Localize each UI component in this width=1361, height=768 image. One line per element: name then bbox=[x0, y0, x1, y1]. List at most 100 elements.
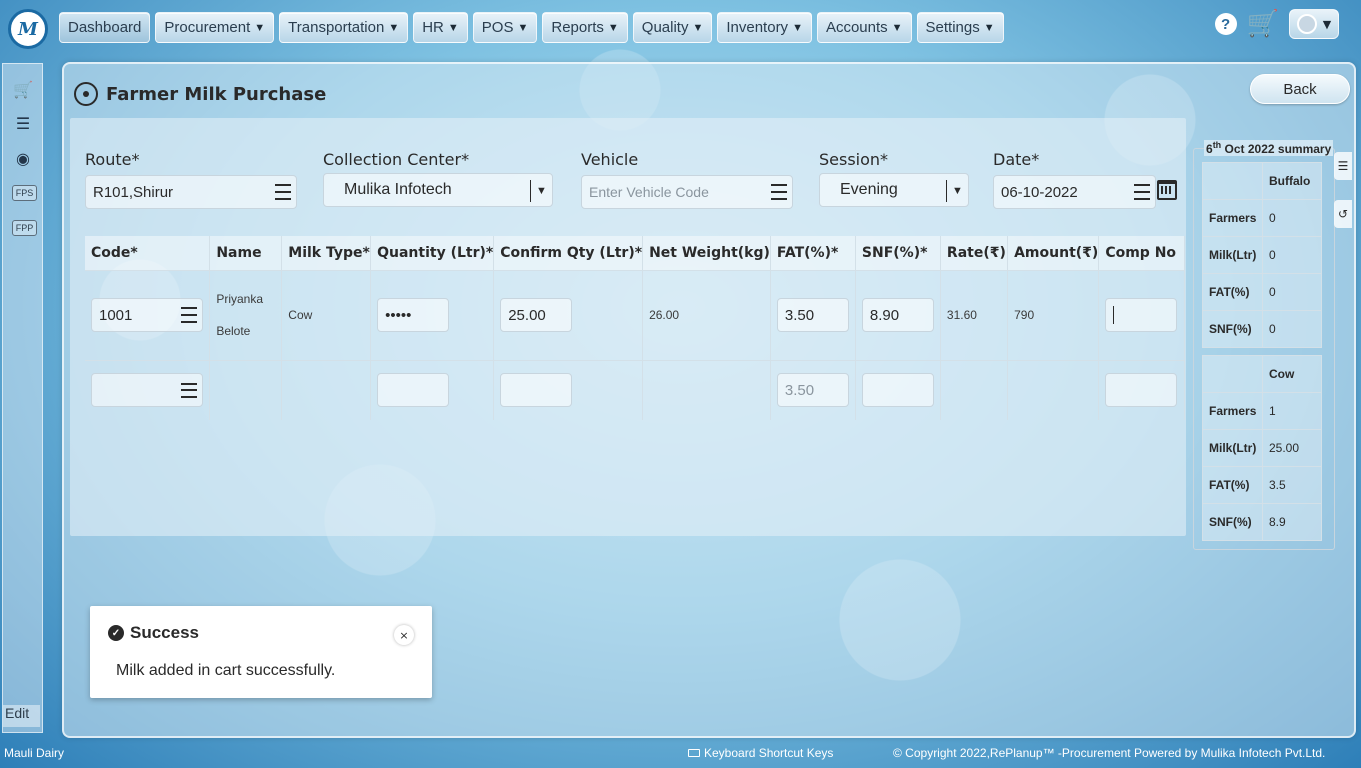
confirm-qty-input[interactable]: 25.00 bbox=[500, 298, 573, 332]
menu-icon[interactable] bbox=[181, 380, 197, 400]
cart-icon[interactable]: 🛒 bbox=[1247, 11, 1279, 37]
list-icon[interactable]: ☰ bbox=[1334, 152, 1352, 180]
nav-hr[interactable]: HR ▼ bbox=[413, 12, 468, 43]
nav-label: Transportation bbox=[288, 19, 385, 36]
fpp-badge[interactable]: FPP bbox=[12, 220, 37, 236]
left-sidebar: 🛒 ☰ ◉ FPS FPP bbox=[2, 63, 43, 733]
menu-icon[interactable] bbox=[771, 182, 787, 202]
col-header: Quantity (Ltr)* bbox=[370, 236, 495, 270]
code-cell: 1001 bbox=[85, 269, 211, 360]
cow-summary-table: Cow Farmers 1 Milk(Ltr) 25.00 FAT(%) 3.5 SN… bbox=[1202, 355, 1322, 541]
menu-icon[interactable] bbox=[181, 305, 197, 325]
vehicle-label: Vehicle bbox=[581, 150, 639, 169]
keyboard-shortcuts-link[interactable]: Keyboard Shortcut Keys bbox=[688, 746, 833, 760]
snf-value: 8.90 bbox=[869, 306, 900, 324]
code-input[interactable]: 1001 bbox=[91, 298, 203, 332]
menu-icon[interactable] bbox=[1134, 182, 1150, 202]
route-value: R101,Shirur bbox=[93, 183, 174, 201]
copyright-text: © Copyright 2022,RePlanup™ -Procurement … bbox=[893, 746, 1326, 760]
back-button[interactable]: Back bbox=[1250, 74, 1350, 104]
nav-procurement[interactable]: Procurement ▼ bbox=[155, 12, 275, 43]
target-icon bbox=[74, 82, 98, 106]
confirm-qty-input[interactable] bbox=[500, 373, 573, 408]
nav-dashboard[interactable]: Dashboard bbox=[59, 12, 151, 43]
nav-label: Quality bbox=[641, 19, 689, 36]
page-header: Farmer Milk Purchase bbox=[74, 82, 326, 106]
top-right-tools: ? 🛒 ▼ bbox=[1214, 9, 1339, 39]
quantity-cell bbox=[370, 359, 495, 420]
help-icon[interactable]: ? bbox=[1214, 13, 1237, 35]
summary-title: 6th Oct 2022 summary bbox=[1204, 140, 1334, 156]
snf-cell: 8.90 bbox=[855, 269, 941, 360]
snf-input[interactable] bbox=[861, 373, 934, 408]
nav-label: POS bbox=[481, 19, 514, 36]
session-select[interactable]: Evening ▼ bbox=[819, 173, 969, 207]
session-label: Session* bbox=[819, 150, 889, 169]
fat-cell: 3.50 bbox=[770, 359, 856, 420]
nav-reports[interactable]: Reports ▼ bbox=[542, 12, 628, 43]
vehicle-placeholder: Enter Vehicle Code bbox=[589, 184, 709, 200]
scale-icon[interactable]: ◉ bbox=[10, 147, 36, 169]
shortcut-label: Keyboard Shortcut Keys bbox=[704, 746, 834, 760]
quantity-cell: ••••• bbox=[370, 269, 495, 360]
table-row: 3.50 bbox=[85, 359, 1185, 420]
col-header: SNF(%)* bbox=[855, 236, 941, 270]
quantity-input[interactable]: ••••• bbox=[377, 298, 450, 332]
nav-label: Accounts bbox=[825, 19, 888, 36]
toast-header: ✓ Success bbox=[108, 623, 199, 643]
fps-badge[interactable]: FPS bbox=[12, 185, 37, 201]
text-cursor bbox=[1113, 306, 1115, 324]
summary-heading: Cow bbox=[1262, 355, 1322, 393]
nav-pos[interactable]: POS ▼ bbox=[472, 12, 538, 43]
caret-down-icon: ▼ bbox=[983, 21, 995, 34]
vehicle-field[interactable]: Enter Vehicle Code bbox=[581, 175, 793, 209]
summary-corner bbox=[1202, 162, 1263, 200]
summary-label: Farmers bbox=[1202, 199, 1263, 237]
user-menu-button[interactable]: ▼ bbox=[1289, 9, 1339, 39]
summary-value: 0 bbox=[1262, 273, 1322, 311]
caret-down-icon: ▼ bbox=[517, 21, 529, 34]
col-header: Milk Type* bbox=[281, 236, 372, 270]
code-input[interactable] bbox=[91, 373, 203, 408]
quantity-input[interactable] bbox=[377, 373, 450, 408]
nav-quality[interactable]: Quality ▼ bbox=[632, 12, 713, 43]
summary-day-suffix: th bbox=[1212, 140, 1222, 150]
milk-type-cell: Cow bbox=[281, 269, 372, 360]
close-icon[interactable]: × bbox=[394, 625, 414, 645]
calendar-icon[interactable] bbox=[1157, 180, 1177, 200]
comp-no-input[interactable] bbox=[1105, 373, 1178, 408]
fat-input[interactable]: 3.50 bbox=[776, 298, 849, 332]
route-field[interactable]: R101,Shirur bbox=[85, 175, 297, 209]
nav-transportation[interactable]: Transportation ▼ bbox=[279, 12, 409, 43]
summary-value: 3.5 bbox=[1262, 466, 1322, 504]
snf-input[interactable]: 8.90 bbox=[861, 298, 934, 332]
list-icon[interactable]: ☰ bbox=[10, 112, 36, 134]
center-label: Collection Center* bbox=[323, 150, 470, 169]
summary-label: SNF(%) bbox=[1202, 503, 1263, 541]
nav-settings[interactable]: Settings ▼ bbox=[916, 12, 1004, 43]
caret-down-icon: ▼ bbox=[1322, 17, 1332, 31]
summary-value: 0 bbox=[1262, 199, 1322, 237]
success-toast: ✓ Success × Milk added in cart successfu… bbox=[90, 606, 432, 698]
date-field[interactable]: 06-10-2022 bbox=[993, 175, 1156, 209]
fat-placeholder: 3.50 bbox=[784, 381, 815, 399]
nav-accounts[interactable]: Accounts ▼ bbox=[816, 12, 912, 43]
nav-label: Reports bbox=[551, 19, 604, 36]
fat-input[interactable]: 3.50 bbox=[776, 373, 849, 408]
col-header: FAT(%)* bbox=[770, 236, 856, 270]
fat-cell: 3.50 bbox=[770, 269, 856, 360]
center-select[interactable]: Mulika Infotech ▼ bbox=[323, 173, 553, 207]
comp-no-cell bbox=[1098, 269, 1185, 360]
cart-icon[interactable]: 🛒 bbox=[10, 78, 36, 100]
history-icon[interactable]: ↺ bbox=[1334, 200, 1352, 228]
quantity-value: ••••• bbox=[385, 306, 412, 324]
caret-down-icon: ▼ bbox=[447, 21, 459, 34]
menu-icon[interactable] bbox=[275, 182, 291, 202]
comp-no-input[interactable] bbox=[1105, 298, 1178, 332]
summary-heading: Buffalo bbox=[1262, 162, 1322, 200]
edit-button[interactable]: Edit bbox=[3, 705, 40, 727]
milk-entry-table: Code* Name Milk Type* Quantity (Ltr)* Co… bbox=[85, 236, 1185, 420]
app-logo[interactable]: M bbox=[8, 9, 48, 49]
page-title: Farmer Milk Purchase bbox=[106, 83, 327, 105]
nav-inventory[interactable]: Inventory ▼ bbox=[717, 12, 812, 43]
